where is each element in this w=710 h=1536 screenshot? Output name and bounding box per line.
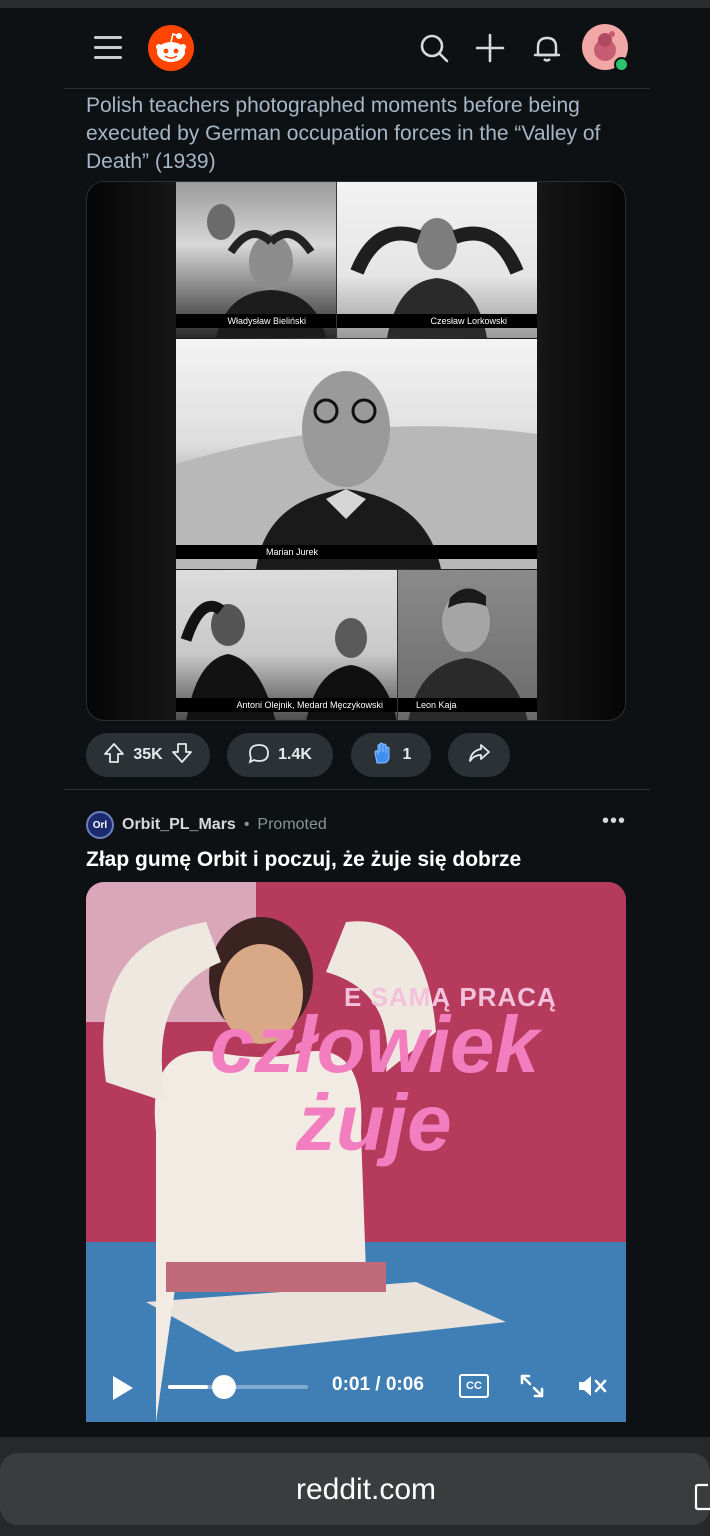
photo-caption: Władysław Bieliński: [176, 314, 336, 328]
online-status-dot: [614, 57, 629, 72]
vote-count: 35K: [133, 746, 163, 763]
ad-overlay-word-1: człowiek: [210, 1000, 540, 1089]
upvote-icon[interactable]: [103, 742, 125, 769]
subreddit-icon[interactable]: Orl: [86, 811, 114, 839]
comment-count: 1.4K: [278, 746, 312, 763]
promoted-post-title[interactable]: Złap gumę Orbit i poczuj, że żuje się do…: [86, 848, 521, 872]
comments-button[interactable]: 1.4K: [227, 733, 333, 777]
downvote-icon[interactable]: [171, 742, 193, 769]
search-icon[interactable]: [416, 30, 452, 66]
closed-captions-button[interactable]: CC: [459, 1374, 489, 1398]
notification-bell-icon[interactable]: [529, 30, 565, 66]
photo-caption: Leon Kaja: [398, 698, 537, 712]
subreddit-name[interactable]: Orbit_PL_Mars: [122, 816, 236, 834]
status-strip: [0, 0, 710, 8]
reddit-logo[interactable]: [148, 25, 194, 71]
share-button[interactable]: [448, 733, 510, 777]
video-progress-track[interactable]: [168, 1375, 308, 1399]
post-title[interactable]: Polish teachers photographed moments bef…: [86, 92, 616, 176]
award-hand-icon: [371, 741, 395, 770]
photo-kaja: Leon Kaja: [398, 570, 537, 720]
address-bar-url[interactable]: reddit.com: [0, 1473, 710, 1507]
mute-icon[interactable]: [576, 1372, 608, 1405]
meta-separator: •: [243, 816, 250, 833]
photo-caption: Antoni Olejnik, Medard Męczykowski: [176, 698, 397, 712]
play-icon[interactable]: [110, 1374, 136, 1407]
share-page-icon[interactable]: [694, 1477, 710, 1516]
promoted-post-meta: Orl Orbit_PL_Mars • Promoted •••: [86, 810, 626, 840]
comment-icon: [248, 742, 270, 769]
post-image-collage[interactable]: Władysław Bieliński Czesław Lorkowski Ma…: [86, 181, 626, 721]
ad-overlay-word-2: żuje: [296, 1078, 452, 1167]
share-icon: [468, 742, 490, 769]
video-time: 0:01 / 0:06: [332, 1374, 424, 1395]
award-button[interactable]: 1: [351, 733, 431, 777]
create-post-icon[interactable]: [472, 30, 508, 66]
photo-caption: Marian Jurek: [176, 545, 537, 559]
video-progress-fill: [168, 1385, 208, 1389]
browser-toolbar: reddit.com: [0, 1437, 710, 1536]
fullscreen-icon[interactable]: [518, 1372, 546, 1405]
photo-caption: Czesław Lorkowski: [337, 314, 537, 328]
photo-lorkowski: Czesław Lorkowski: [337, 182, 537, 338]
more-options-icon[interactable]: •••: [602, 810, 626, 833]
post-divider: [64, 789, 650, 790]
menu-icon[interactable]: [94, 36, 122, 59]
award-count: 1: [402, 746, 412, 763]
promoted-label: Promoted: [257, 816, 327, 833]
photo-jurek: Marian Jurek: [176, 339, 537, 569]
vote-pill: 35K: [86, 733, 210, 777]
video-scrubber-handle[interactable]: [211, 1375, 236, 1399]
video-controls: 0:01 / 0:06 CC: [86, 1352, 626, 1422]
photo-bielinski: Władysław Bieliński: [176, 182, 336, 338]
promoted-video[interactable]: E SAMĄ PRACĄ człowiek żuje 0:01 / 0:06 C…: [86, 882, 626, 1422]
photo-olejnik-meczykowski: Antoni Olejnik, Medard Męczykowski: [176, 570, 397, 720]
app-header: [64, 8, 650, 89]
